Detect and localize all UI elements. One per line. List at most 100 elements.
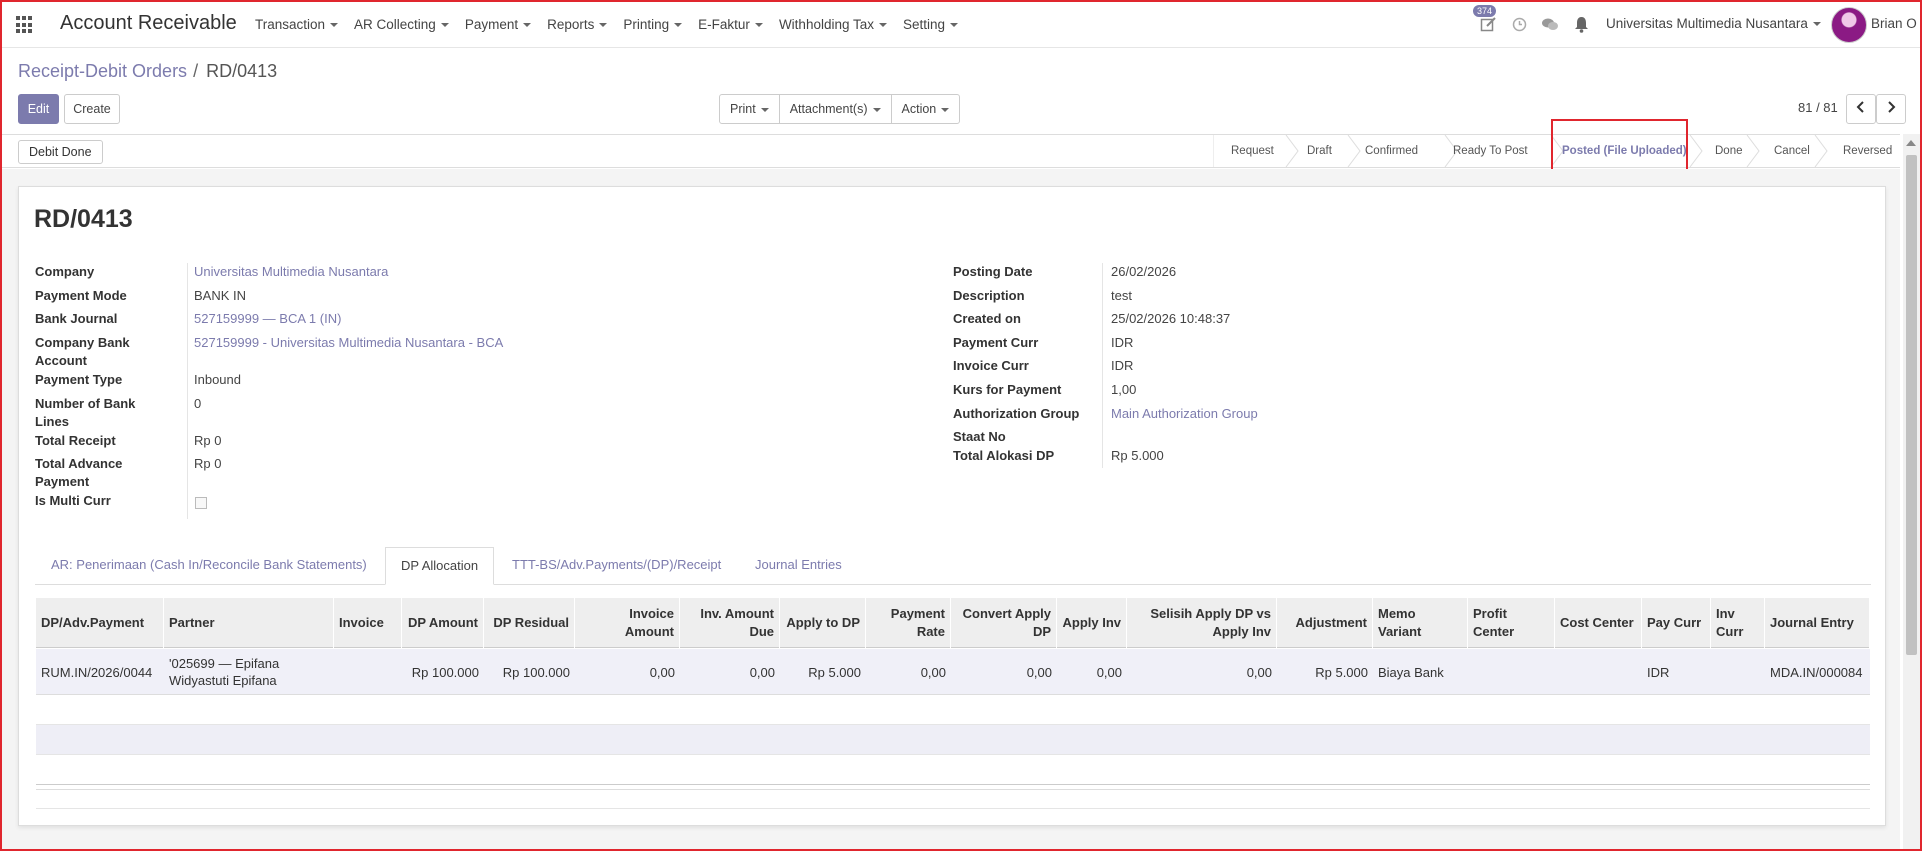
edit-button[interactable]: Edit (18, 94, 59, 124)
breadcrumb-parent[interactable]: Receipt-Debit Orders (18, 61, 187, 81)
field-label-payment-type: Payment Type (35, 372, 123, 387)
col-profit-center[interactable]: Profit Center (1468, 598, 1555, 648)
activity-count-badge: 374 (1473, 5, 1497, 17)
field-authorization-group[interactable]: Main Authorization Group (1111, 405, 1258, 423)
col-invoice-amount[interactable]: Invoice Amount (575, 598, 680, 648)
col-inv-curr[interactable]: Inv Curr (1711, 598, 1765, 648)
is-multi-curr-checkbox[interactable] (195, 497, 207, 509)
col-dp-residual[interactable]: DP Residual (484, 598, 575, 648)
col-selisih-apply[interactable]: Selisih Apply DP vs Apply Inv (1127, 598, 1277, 648)
field-label-is-multi-curr: Is Multi Curr (35, 493, 111, 508)
cell-inv-curr (1711, 649, 1765, 695)
field-payment-curr: IDR (1111, 335, 1134, 350)
create-button[interactable]: Create (64, 94, 120, 124)
pager-value[interactable]: 81 / 81 (1798, 100, 1838, 115)
record-title: RD/0413 (34, 205, 133, 233)
stage-ready-to-post[interactable]: Ready To Post (1453, 135, 1528, 167)
col-apply-to-dp[interactable]: Apply to DP (780, 598, 866, 648)
bell-icon[interactable] (1574, 16, 1589, 33)
menu-payment[interactable]: Payment (465, 17, 532, 32)
dp-allocation-table-header: DP/Adv.Payment Partner Invoice DP Amount… (36, 598, 1870, 648)
tab-dp-allocation[interactable]: DP Allocation (385, 547, 495, 585)
col-cost-center[interactable]: Cost Center (1555, 598, 1642, 648)
stage-cancel[interactable]: Cancel (1774, 135, 1810, 167)
clock-icon[interactable] (1512, 17, 1527, 32)
field-number-of-bank-lines: 0 (194, 396, 202, 411)
chevron-right-icon (1888, 101, 1896, 113)
avatar[interactable] (1831, 7, 1867, 43)
field-label-payment-curr: Payment Curr (953, 335, 1039, 350)
apps-grid-icon[interactable] (16, 16, 34, 34)
menu-withholding-tax[interactable]: Withholding Tax (779, 17, 887, 32)
col-memo-variant[interactable]: Memo Variant (1373, 598, 1468, 648)
field-created-on: 25/02/2026 10:48:37 (1111, 311, 1231, 326)
menu-setting[interactable]: Setting (903, 17, 959, 32)
col-dp-adv-payment[interactable]: DP/Adv.Payment (36, 598, 164, 648)
cell-dp-adv-payment: RUM.IN/2026/0044 (41, 664, 153, 680)
menu-efaktur[interactable]: E-Faktur (698, 17, 763, 32)
field-label-total-alokasi-dp: Total Alokasi DP (953, 448, 1055, 463)
field-company-bank-account[interactable]: 527159999 - Universitas Multimedia Nusan… (194, 334, 503, 352)
menu-reports[interactable]: Reports (547, 17, 608, 32)
cell-memo-variant: Biaya Bank (1378, 664, 1444, 680)
attachments-button[interactable]: Attachment(s) (778, 94, 892, 124)
field-label-bank-journal: Bank Journal (35, 311, 118, 326)
col-pay-curr[interactable]: Pay Curr (1642, 598, 1711, 648)
field-bank-journal[interactable]: 527159999 — BCA 1 (IN) (194, 310, 341, 328)
col-adjustment[interactable]: Adjustment (1277, 598, 1373, 648)
field-label-authorization-group: Authorization Group (953, 406, 1080, 421)
field-posting-date: 26/02/2026 (1111, 264, 1177, 279)
cell-journal-entry: MDA.IN/000084 (1770, 664, 1863, 680)
col-payment-rate[interactable]: Payment Rate (866, 598, 951, 648)
field-label-company-bank-account: Company Bank Account (35, 335, 130, 368)
col-journal-entry[interactable]: Journal Entry (1765, 598, 1870, 648)
print-button[interactable]: Print (719, 94, 780, 124)
edit-activity-icon[interactable] (1480, 16, 1497, 33)
col-convert-apply-dp[interactable]: Convert Apply DP (951, 598, 1057, 648)
field-company[interactable]: Universitas Multimedia Nusantara (194, 263, 388, 281)
cell-convert-apply-dp: 0,00 (1026, 664, 1052, 680)
field-payment-type: Inbound (194, 372, 241, 387)
breadcrumb-current: RD/0413 (206, 61, 278, 81)
empty-row (36, 755, 1870, 785)
tab-journal-entries[interactable]: Journal Entries (755, 547, 842, 585)
col-inv-amount-due[interactable]: Inv. Amount Due (680, 598, 780, 648)
action-button[interactable]: Action (890, 94, 961, 124)
tab-ttt-bs-adv-payments[interactable]: TTT-BS/Adv.Payments/(DP)/Receipt (512, 547, 721, 585)
field-payment-mode: BANK IN (194, 288, 247, 303)
pager-next-button[interactable] (1876, 94, 1906, 124)
col-apply-inv[interactable]: Apply Inv (1057, 598, 1127, 648)
col-partner[interactable]: Partner (164, 598, 334, 648)
table-row[interactable]: RUM.IN/2026/0044 '025699 — Epifana Widya… (36, 649, 1870, 695)
empty-row (36, 695, 1870, 725)
cell-adjustment: Rp 5.000 (1315, 664, 1368, 680)
menu-ar-collecting[interactable]: AR Collecting (354, 17, 449, 32)
stage-request[interactable]: Request (1231, 135, 1274, 167)
field-label-kurs-for-payment: Kurs for Payment (953, 382, 1062, 397)
cell-cost-center (1555, 649, 1642, 695)
company-switcher[interactable]: Universitas Multimedia Nusantara (1606, 16, 1821, 31)
stage-reversed[interactable]: Reversed (1843, 135, 1892, 167)
user-name[interactable]: Brian O (1871, 16, 1917, 31)
tab-ar-penerimaan[interactable]: AR: Penerimaan (Cash In/Reconcile Bank S… (51, 547, 367, 585)
field-label-description: Description (953, 288, 1025, 303)
field-total-receipt: Rp 0 (194, 433, 222, 448)
col-invoice[interactable]: Invoice (334, 598, 402, 648)
field-label-created-on: Created on (953, 311, 1021, 326)
field-total-advance-payment: Rp 0 (194, 456, 222, 471)
debit-done-button[interactable]: Debit Done (18, 140, 103, 164)
menu-transaction[interactable]: Transaction (255, 17, 339, 32)
stage-draft[interactable]: Draft (1307, 135, 1332, 167)
pager-previous-button[interactable] (1846, 94, 1876, 124)
cell-invoice (334, 649, 402, 695)
scrollbar-thumb[interactable] (1906, 155, 1917, 655)
col-dp-amount[interactable]: DP Amount (402, 598, 484, 648)
stage-confirmed[interactable]: Confirmed (1365, 135, 1418, 167)
scroll-up-arrow-icon[interactable] (1906, 140, 1916, 146)
field-label-invoice-curr: Invoice Curr (953, 358, 1029, 373)
chat-icon[interactable] (1541, 17, 1559, 32)
stage-done[interactable]: Done (1715, 135, 1743, 167)
cell-payment-rate: 0,00 (920, 664, 946, 680)
main-menu: Transaction AR Collecting Payment Report… (255, 0, 974, 48)
menu-printing[interactable]: Printing (623, 17, 683, 32)
